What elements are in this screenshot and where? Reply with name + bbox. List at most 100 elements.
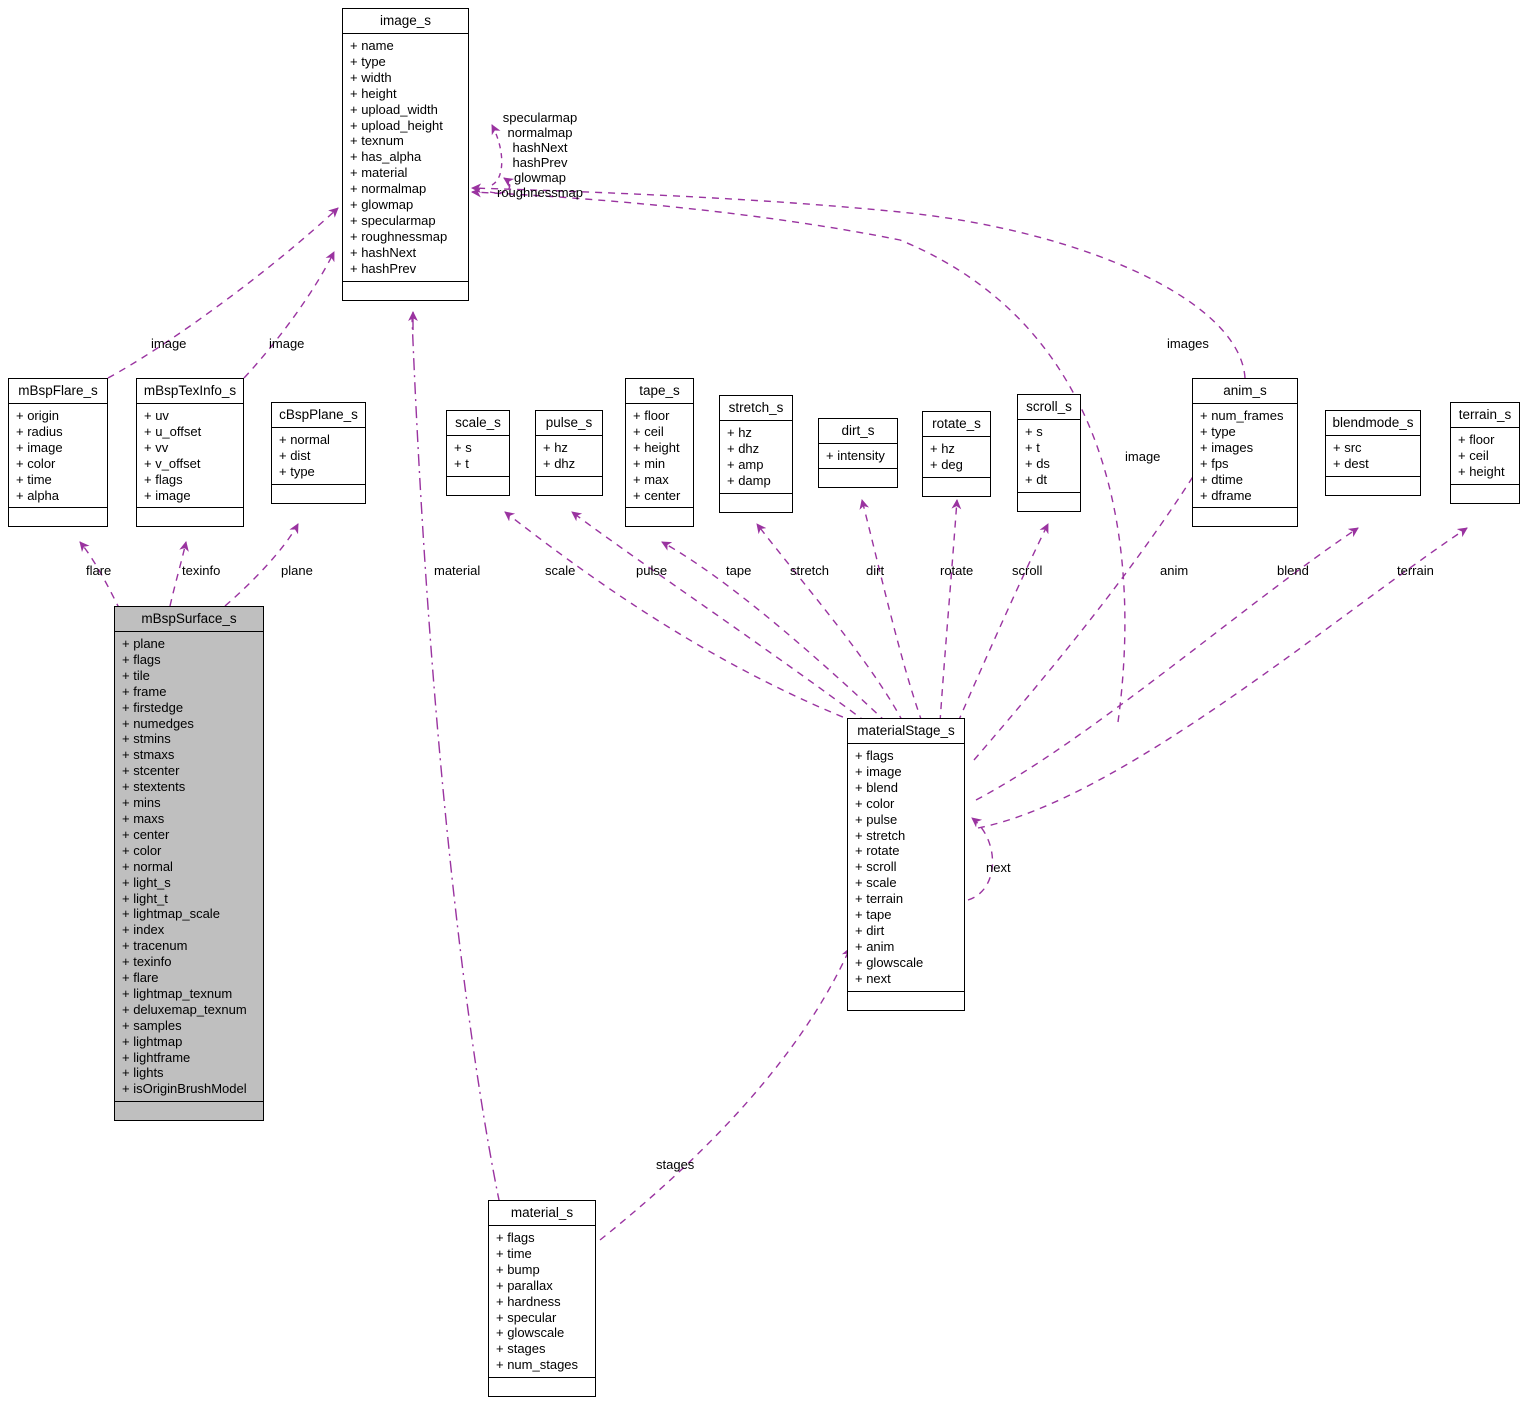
class-member: + glowmap: [350, 197, 414, 213]
uml-diagram-canvas: image_s + name + type + width + height + upl…: [0, 0, 1528, 1413]
class-member: + damp: [727, 472, 771, 488]
class-member: + dist: [279, 447, 311, 463]
edge-label-flare-image: image: [151, 336, 187, 351]
class-member: + color: [122, 842, 162, 858]
edge-label-plane: plane: [281, 563, 313, 578]
uml-class-cBspPlane_s[interactable]: cBspPlane_s + normal + dist + type: [271, 402, 366, 504]
edge-label-blend: blend: [1277, 563, 1309, 578]
class-methods: [720, 494, 792, 512]
class-title: scale_s: [447, 411, 509, 436]
class-member: + height: [1458, 463, 1505, 479]
class-member: + hz: [930, 441, 955, 456]
class-member: + color: [16, 455, 56, 471]
class-member: + hashPrev: [350, 260, 417, 276]
class-member: + type: [350, 53, 386, 69]
class-member: + dt: [1025, 471, 1048, 487]
edge-label-tape: tape: [726, 563, 752, 578]
class-member: + scroll: [855, 859, 897, 875]
class-member: + name: [350, 38, 394, 53]
class-member: + vv: [144, 439, 169, 455]
edge-label-flare: flare: [86, 563, 112, 578]
uml-class-pulse_s[interactable]: pulse_s + hz + dhz: [535, 410, 603, 496]
edge-label-texinfo: texinfo: [182, 563, 221, 578]
edge-label-image-self-loop: specularmap normalmap hashNext hashPrev glow…: [484, 110, 596, 200]
class-member: + floor: [1458, 432, 1495, 447]
class-fields: + num_frames + type + images + fps + dtime + …: [1193, 404, 1297, 509]
class-member: + hz: [543, 440, 568, 455]
class-member: + dest: [1333, 455, 1369, 471]
uml-class-image_s[interactable]: image_s + name + type + width + height + upl…: [342, 8, 469, 301]
class-member: + width: [350, 69, 392, 85]
uml-class-stretch_s[interactable]: stretch_s + hz + dhz + amp + damp: [719, 395, 793, 513]
class-member: + light_t: [122, 890, 168, 906]
class-methods: [536, 477, 602, 495]
class-fields: + hz + dhz + amp + damp: [720, 421, 792, 494]
uml-class-scroll_s[interactable]: scroll_s + s + t + ds + dt: [1017, 394, 1081, 512]
class-title: blendmode_s: [1326, 411, 1420, 436]
class-member: + uv: [144, 408, 169, 423]
class-member: + floor: [633, 408, 670, 423]
edge-label-scroll: scroll: [1012, 563, 1043, 578]
edge-label-stages: stages: [656, 1157, 695, 1172]
class-member: + next: [855, 970, 891, 986]
class-member: + image: [855, 763, 902, 779]
class-fields: + intensity: [819, 444, 897, 469]
class-member: + stextents: [122, 779, 186, 795]
class-title: dirt_s: [819, 419, 897, 444]
class-member: + hashNext: [350, 244, 417, 260]
class-fields: + plane + flags + tile + frame + firstedge + …: [115, 632, 263, 1103]
uml-class-scale_s[interactable]: scale_s + s + t: [446, 410, 510, 496]
class-fields: + normal + dist + type: [272, 428, 365, 485]
class-methods: [848, 992, 964, 1010]
uml-class-tape_s[interactable]: tape_s + floor + ceil + height + min + max + …: [625, 378, 694, 528]
uml-class-mBspSurface_s[interactable]: mBspSurface_s + plane + flags + tile + fram…: [114, 606, 264, 1122]
uml-class-materialStage_s[interactable]: materialStage_s + flags + image + blend + c…: [847, 718, 965, 1011]
class-member: + num_stages: [496, 1357, 579, 1373]
class-member: + max: [633, 471, 669, 487]
uml-class-mBspFlare_s[interactable]: mBspFlare_s + origin + radius + image + col…: [8, 378, 108, 528]
class-title: mBspTexInfo_s: [137, 379, 243, 404]
class-member: + light_s: [122, 874, 171, 890]
class-title: stretch_s: [720, 396, 792, 421]
class-member: + radius: [16, 423, 63, 439]
edge-label-stretch: stretch: [790, 563, 830, 578]
class-member: + lightmap_texnum: [122, 985, 233, 1001]
uml-class-terrain_s[interactable]: terrain_s + floor + ceil + height: [1450, 402, 1520, 504]
class-title: scroll_s: [1018, 395, 1080, 420]
class-member: + tracenum: [122, 938, 188, 954]
class-member: + index: [122, 922, 165, 938]
uml-class-dirt_s[interactable]: dirt_s + intensity: [818, 418, 898, 488]
edge-label-next: next: [986, 860, 1011, 875]
uml-class-material_s[interactable]: material_s + flags + time + bump + parallax…: [488, 1200, 596, 1398]
uml-class-mBspTexInfo_s[interactable]: mBspTexInfo_s + uv + u_offset + vv + v_offs…: [136, 378, 244, 528]
class-member: + amp: [727, 456, 764, 472]
class-member: + ceil: [633, 423, 664, 439]
edge-label-dirt: dirt: [866, 563, 885, 578]
class-methods: [923, 478, 990, 496]
class-member: + stretch: [855, 827, 906, 843]
class-member: + texnum: [350, 133, 404, 149]
class-member: + stmins: [122, 731, 171, 747]
edge-label-images: images: [1167, 336, 1209, 351]
class-fields: + src + dest: [1326, 436, 1420, 477]
class-member: + has_alpha: [350, 149, 422, 165]
class-methods: [447, 477, 509, 495]
class-fields: + origin + radius + image + color + time + al…: [9, 404, 107, 509]
edge-label-line: specularmap: [502, 110, 578, 125]
class-member: + anim: [855, 938, 895, 954]
uml-class-blendmode_s[interactable]: blendmode_s + src + dest: [1325, 410, 1421, 496]
class-fields: + flags + image + blend + color + pulse + str…: [848, 744, 964, 992]
class-member: + tape: [855, 907, 892, 923]
class-member: + dframe: [1200, 487, 1252, 503]
uml-class-rotate_s[interactable]: rotate_s + hz + deg: [922, 411, 991, 497]
class-member: + deg: [930, 456, 963, 472]
edge-label-texinfo-image: image: [269, 336, 305, 351]
class-member: + s: [454, 440, 472, 455]
class-fields: + s + t + ds + dt: [1018, 420, 1080, 493]
class-fields: + hz + deg: [923, 437, 990, 478]
uml-class-anim_s[interactable]: anim_s + num_frames + type + images + fps + …: [1192, 378, 1298, 528]
class-member: + flags: [144, 471, 183, 487]
class-member: + type: [1200, 423, 1236, 439]
class-member: + maxs: [122, 810, 165, 826]
class-member: + normalmap: [350, 181, 427, 197]
